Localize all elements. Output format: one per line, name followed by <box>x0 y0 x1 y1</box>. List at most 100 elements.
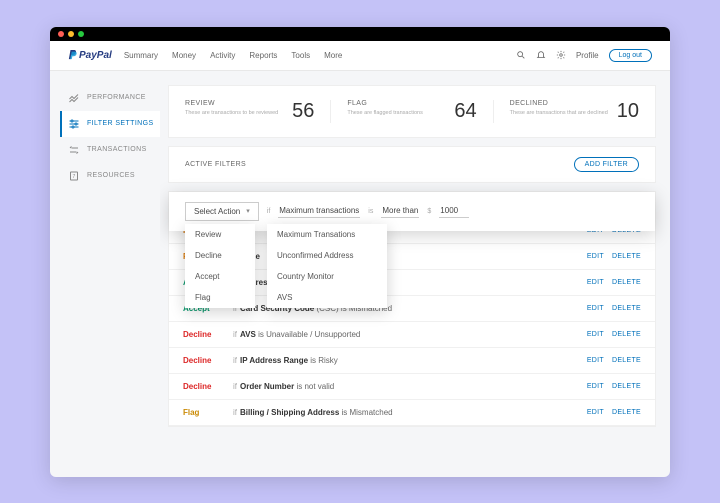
brand-logo[interactable]: PayPal <box>68 49 112 61</box>
bell-icon[interactable] <box>536 50 546 60</box>
field-dropdown: Maximum Transations Unconfirmed Address … <box>267 224 387 308</box>
stat-declined: DECLINED These are transactions that are… <box>494 100 655 123</box>
transactions-icon <box>68 144 80 156</box>
dropdown-item-avs[interactable]: AVS <box>267 287 387 308</box>
brand-name: PayPal <box>79 50 112 61</box>
action-select[interactable]: Select Action ▾ <box>185 202 259 221</box>
stat-subtitle: These are transactions that are declined <box>510 110 608 117</box>
nav-activity[interactable]: Activity <box>210 51 235 60</box>
edit-button[interactable]: EDIT <box>587 331 604 338</box>
rule-row: DeclineifAVS is Unavailable / Unsupporte… <box>169 322 655 348</box>
rule-actions: EDIT DELETE <box>587 331 641 338</box>
dropdown-item-country[interactable]: Country Monitor <box>267 266 387 287</box>
delete-button[interactable]: DELETE <box>612 357 641 364</box>
svg-text:7: 7 <box>73 174 76 180</box>
rule-actions: EDIT DELETE <box>587 279 641 286</box>
nav-more[interactable]: More <box>324 51 342 60</box>
profile-link[interactable]: Profile <box>576 51 599 60</box>
rule-row: DeclineifIP Address Range is Risky EDIT DE… <box>169 348 655 374</box>
sidebar-item-label: RESOURCES <box>87 172 135 179</box>
editor-is: is <box>368 208 373 215</box>
action-select-label: Select Action <box>194 207 240 216</box>
delete-button[interactable]: DELETE <box>612 383 641 390</box>
rule-condition: Order Number is not valid <box>240 382 334 391</box>
dropdown-item-unconfirmed[interactable]: Unconfirmed Address <box>267 245 387 266</box>
stat-subtitle: These are flagged transactions <box>347 110 423 117</box>
browser-window: PayPal Summary Money Activity Reports To… <box>50 27 670 477</box>
body: PERFORMANCE FILTER SETTINGS TRANSACTIONS… <box>50 71 670 477</box>
rule-row: DeclineifOrder Number is not validEDITDE… <box>169 374 655 400</box>
sidebar: PERFORMANCE FILTER SETTINGS TRANSACTIONS… <box>50 71 160 477</box>
editor-value-input[interactable]: 1000 <box>439 204 469 218</box>
paypal-icon <box>68 49 78 61</box>
titlebar <box>50 27 670 41</box>
add-filter-button[interactable]: ADD FILTER <box>574 157 639 172</box>
rules-list: Select Action ▾ if Maximum transactions … <box>168 191 656 427</box>
stat-subtitle: These are transactions to be reviewed <box>185 110 278 117</box>
filter-bar: ACTIVE FILTERS ADD FILTER <box>168 146 656 183</box>
maximize-dot[interactable] <box>78 31 84 37</box>
minimize-dot[interactable] <box>68 31 74 37</box>
edit-button[interactable]: EDIT <box>587 409 604 416</box>
topbar: PayPal Summary Money Activity Reports To… <box>50 41 670 71</box>
rule-if: if <box>233 408 237 417</box>
stat-title: REVIEW <box>185 100 278 107</box>
delete-button[interactable]: DELETE <box>612 409 641 416</box>
rule-actions: EDIT DELETE <box>587 305 641 312</box>
editor-if: if <box>267 208 271 215</box>
edit-button[interactable]: EDIT <box>587 253 604 260</box>
editor-operator[interactable]: More than <box>381 204 419 218</box>
rule-if: if <box>233 356 237 365</box>
sidebar-item-label: PERFORMANCE <box>87 94 146 101</box>
stats-panel: REVIEW These are transactions to be revi… <box>168 85 656 138</box>
nav-tools[interactable]: Tools <box>291 51 310 60</box>
dropdown-item-accept[interactable]: Accept <box>185 266 255 287</box>
dropdown-item-decline[interactable]: Decline <box>185 245 255 266</box>
edit-button[interactable]: EDIT <box>587 383 604 390</box>
dropdown-item-flag[interactable]: Flag <box>185 287 255 308</box>
dropdown-item-review[interactable]: Review <box>185 224 255 245</box>
top-nav: Summary Money Activity Reports Tools Mor… <box>124 51 343 60</box>
dropdown-item-maxtrans[interactable]: Maximum Transations <box>267 224 387 245</box>
sidebar-item-resources[interactable]: 7 RESOURCES <box>60 163 160 189</box>
rule-if: if <box>233 330 237 339</box>
search-icon[interactable] <box>516 50 526 60</box>
editor-field[interactable]: Maximum transactions <box>278 204 360 218</box>
rule-action: Decline <box>183 356 233 365</box>
rule-condition: AVS is Unavailable / Unsupported <box>240 330 360 339</box>
filter-bar-title: ACTIVE FILTERS <box>185 161 246 168</box>
rule-action: Decline <box>183 382 233 391</box>
stat-title: DECLINED <box>510 100 608 107</box>
stat-value: 56 <box>292 100 314 123</box>
sidebar-item-filter-settings[interactable]: FILTER SETTINGS <box>60 111 160 137</box>
editor-currency: $ <box>427 208 431 215</box>
nav-reports[interactable]: Reports <box>249 51 277 60</box>
performance-icon <box>68 92 80 104</box>
rule-condition: IP Address Range is Risky <box>240 356 338 365</box>
main-content: REVIEW These are transactions to be revi… <box>160 71 670 477</box>
rule-actions: EDIT DELETE <box>587 357 641 364</box>
rule-actions: EDIT DELETE <box>587 409 641 416</box>
close-dot[interactable] <box>58 31 64 37</box>
sidebar-item-label: FILTER SETTINGS <box>87 120 154 127</box>
action-dropdown: Review Decline Accept Flag <box>185 224 255 308</box>
sidebar-item-performance[interactable]: PERFORMANCE <box>60 85 160 111</box>
nav-summary[interactable]: Summary <box>124 51 158 60</box>
rule-row: FlagifBilling / Shipping Address is Mism… <box>169 400 655 426</box>
stat-value: 64 <box>454 100 476 123</box>
edit-button[interactable]: EDIT <box>587 305 604 312</box>
logout-button[interactable]: Log out <box>609 49 652 62</box>
chevron-down-icon: ▾ <box>246 207 250 215</box>
delete-button[interactable]: DELETE <box>612 253 641 260</box>
delete-button[interactable]: DELETE <box>612 279 641 286</box>
edit-button[interactable]: EDIT <box>587 357 604 364</box>
gear-icon[interactable] <box>556 50 566 60</box>
nav-money[interactable]: Money <box>172 51 196 60</box>
edit-button[interactable]: EDIT <box>587 279 604 286</box>
stat-review: REVIEW These are transactions to be revi… <box>169 100 331 123</box>
delete-button[interactable]: DELETE <box>612 305 641 312</box>
rule-actions: EDIT DELETE <box>587 383 641 390</box>
sidebar-item-transactions[interactable]: TRANSACTIONS <box>60 137 160 163</box>
delete-button[interactable]: DELETE <box>612 331 641 338</box>
sidebar-item-label: TRANSACTIONS <box>87 146 147 153</box>
